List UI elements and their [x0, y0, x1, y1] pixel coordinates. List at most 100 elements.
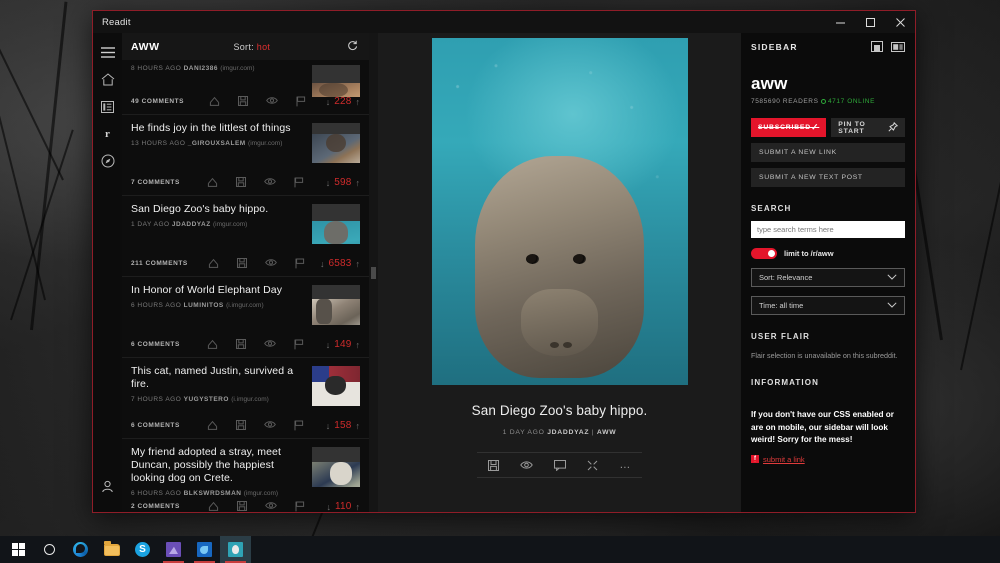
cortana-search-button[interactable]: [34, 536, 65, 563]
post-list-item[interactable]: In Honor of World Elephant Day 6 HOURS AG…: [122, 277, 369, 358]
post-list-item[interactable]: My friend adopted a stray, meet Duncan, …: [122, 439, 369, 512]
account-icon[interactable]: [93, 473, 122, 500]
hide-eye-icon[interactable]: [266, 96, 279, 107]
edge-browser-button[interactable]: [65, 536, 96, 563]
explore-compass-icon[interactable]: [93, 147, 122, 174]
sort-value[interactable]: hot: [257, 42, 270, 52]
start-button[interactable]: [3, 536, 34, 563]
search-input[interactable]: type search terms here: [751, 221, 905, 238]
post-title[interactable]: This cat, named Justin, survived a fire.: [131, 365, 309, 391]
reddit-r-icon[interactable]: r: [93, 120, 122, 147]
hamburger-menu-icon[interactable]: [93, 39, 122, 66]
post-title[interactable]: He finds joy in the littlest of things: [131, 122, 309, 135]
home-icon[interactable]: [93, 66, 122, 93]
sort-select[interactable]: Sort: Relevance: [751, 268, 905, 287]
post-comment-count[interactable]: 49 COMMENTS: [131, 98, 184, 105]
post-comment-count[interactable]: 6 COMMENTS: [131, 341, 180, 348]
post-list-item[interactable]: San Diego Zoo's baby hippo. 1 DAY AGO JDA…: [122, 196, 369, 277]
time-select[interactable]: Time: all time: [751, 296, 905, 315]
post-list-item[interactable]: 8 HOURS AGO DANI2386 (imgur.com) 49 COMME…: [122, 65, 369, 115]
post-author[interactable]: YUGYSTERO: [184, 396, 229, 403]
subscribed-button[interactable]: SUBSCRIBED ✓: [751, 118, 827, 137]
upvote-arrow-icon[interactable]: [207, 177, 218, 188]
detail-user[interactable]: JDADDYAZ: [547, 429, 589, 436]
upvote-arrow-icon[interactable]: [207, 339, 218, 350]
post-author[interactable]: JDADDYAZ: [172, 221, 211, 228]
upvote-icon[interactable]: ↑: [356, 259, 361, 269]
upvote-icon[interactable]: ↑: [356, 97, 361, 107]
report-flag-icon[interactable]: [294, 420, 304, 431]
upvote-icon[interactable]: ↑: [356, 340, 361, 350]
downvote-icon[interactable]: ↓: [320, 259, 325, 269]
downvote-icon[interactable]: ↓: [326, 421, 331, 431]
report-flag-icon[interactable]: [295, 258, 305, 269]
post-comment-count[interactable]: 211 COMMENTS: [131, 260, 188, 267]
post-author[interactable]: BLKSWRDSMAN: [184, 490, 242, 497]
post-list[interactable]: 8 HOURS AGO DANI2386 (imgur.com) 49 COMME…: [122, 60, 369, 512]
post-comment-count[interactable]: 7 COMMENTS: [131, 179, 180, 186]
upvote-icon[interactable]: ↑: [356, 178, 361, 188]
post-author[interactable]: LUMINITOS: [184, 302, 224, 309]
pin-to-start-button[interactable]: PIN TO START: [831, 118, 905, 137]
save-icon[interactable]: [236, 501, 247, 512]
post-title[interactable]: My friend adopted a stray, meet Duncan, …: [131, 446, 309, 485]
photos-app-button[interactable]: [158, 536, 189, 563]
hide-eye-icon[interactable]: [264, 501, 277, 512]
post-comment-count[interactable]: 2 COMMENTS: [131, 503, 180, 510]
report-flag-icon[interactable]: [294, 177, 304, 188]
hide-eye-icon[interactable]: [265, 258, 278, 269]
post-thumbnail[interactable]: [312, 204, 360, 244]
hide-eye-icon[interactable]: [519, 460, 533, 470]
post-thumbnail[interactable]: [312, 447, 360, 487]
skype-button[interactable]: S: [127, 536, 158, 563]
save-icon[interactable]: [236, 177, 247, 188]
submit-a-link-link[interactable]: f submit a link: [751, 455, 905, 464]
hide-eye-icon[interactable]: [264, 339, 277, 350]
pane-layout-icon[interactable]: [871, 41, 883, 52]
comments-icon[interactable]: [553, 459, 566, 471]
readit-app-button[interactable]: [220, 536, 251, 563]
limit-toggle-switch[interactable]: [751, 248, 777, 259]
submit-new-link-button[interactable]: SUBMIT A NEW LINK: [751, 143, 905, 162]
post-author[interactable]: _GIROUXSALEM: [188, 140, 246, 147]
pane-splitter[interactable]: [369, 33, 378, 512]
more-options-icon[interactable]: …: [619, 460, 631, 471]
save-icon[interactable]: [236, 339, 247, 350]
post-thumbnail[interactable]: [312, 285, 360, 325]
report-flag-icon[interactable]: [295, 501, 305, 512]
hide-eye-icon[interactable]: [264, 177, 277, 188]
post-list-item[interactable]: This cat, named Justin, survived a fire.…: [122, 358, 369, 439]
downvote-icon[interactable]: ↓: [326, 97, 331, 107]
save-icon[interactable]: [237, 258, 248, 269]
limit-to-subreddit-row[interactable]: limit to /r/aww: [751, 248, 905, 259]
post-thumbnail[interactable]: [312, 123, 360, 163]
upvote-icon[interactable]: ↑: [356, 502, 361, 512]
post-thumbnail[interactable]: [312, 65, 360, 97]
downvote-icon[interactable]: ↓: [326, 502, 331, 512]
post-list-item[interactable]: He finds joy in the littlest of things 13…: [122, 115, 369, 196]
maximize-button[interactable]: [855, 11, 885, 33]
hide-eye-icon[interactable]: [264, 420, 277, 431]
post-author[interactable]: DANI2386: [184, 65, 218, 72]
save-icon[interactable]: [236, 420, 247, 431]
subreddit-list-icon[interactable]: [93, 93, 122, 120]
mail-app-button[interactable]: [189, 536, 220, 563]
post-image[interactable]: [431, 38, 688, 385]
detail-subreddit[interactable]: AWW: [597, 429, 616, 436]
report-flag-icon[interactable]: [296, 96, 306, 107]
wide-layout-icon[interactable]: [891, 41, 905, 52]
file-explorer-button[interactable]: [96, 536, 127, 563]
save-icon[interactable]: [238, 96, 249, 107]
downvote-icon[interactable]: ↓: [326, 340, 331, 350]
window-titlebar[interactable]: Readit: [93, 11, 915, 33]
upvote-arrow-icon[interactable]: [207, 420, 218, 431]
close-button[interactable]: [885, 11, 915, 33]
upvote-icon[interactable]: ↑: [356, 421, 361, 431]
upvote-arrow-icon[interactable]: [208, 501, 219, 512]
refresh-icon[interactable]: [344, 40, 360, 54]
upvote-arrow-icon[interactable]: [209, 96, 220, 107]
post-thumbnail[interactable]: [312, 366, 360, 406]
post-title[interactable]: San Diego Zoo's baby hippo.: [131, 203, 309, 216]
submit-new-text-post-button[interactable]: SUBMIT A NEW TEXT POST: [751, 168, 905, 187]
splitter-grip[interactable]: [371, 266, 376, 279]
